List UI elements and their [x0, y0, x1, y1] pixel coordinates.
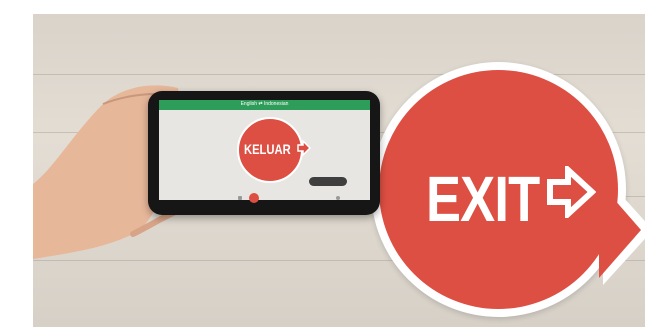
- translated-sign: KELUAR: [237, 117, 303, 183]
- photo-frame: EXIT English ⇄ Indonesian KELUAR: [0, 0, 646, 327]
- phone-screen: English ⇄ Indonesian KELUAR: [159, 100, 370, 200]
- arrow-right-icon: [547, 166, 596, 218]
- pause-control[interactable]: [309, 177, 347, 186]
- shutter-icon[interactable]: [249, 193, 259, 203]
- translate-top-bar: English ⇄ Indonesian: [159, 100, 370, 110]
- exit-sign-text: EXIT: [426, 163, 540, 235]
- photo-scene: EXIT English ⇄ Indonesian KELUAR: [33, 14, 645, 327]
- exit-sign-tip-face: [599, 182, 641, 278]
- exit-sign: EXIT: [371, 62, 645, 317]
- translated-sign-text: KELUAR: [244, 141, 291, 157]
- nav-back-icon[interactable]: [238, 196, 242, 200]
- arrow-right-icon: [297, 140, 311, 156]
- phone: English ⇄ Indonesian KELUAR: [148, 91, 380, 215]
- language-pair-label[interactable]: English ⇄ Indonesian: [159, 101, 370, 107]
- nav-home-icon[interactable]: [336, 196, 340, 200]
